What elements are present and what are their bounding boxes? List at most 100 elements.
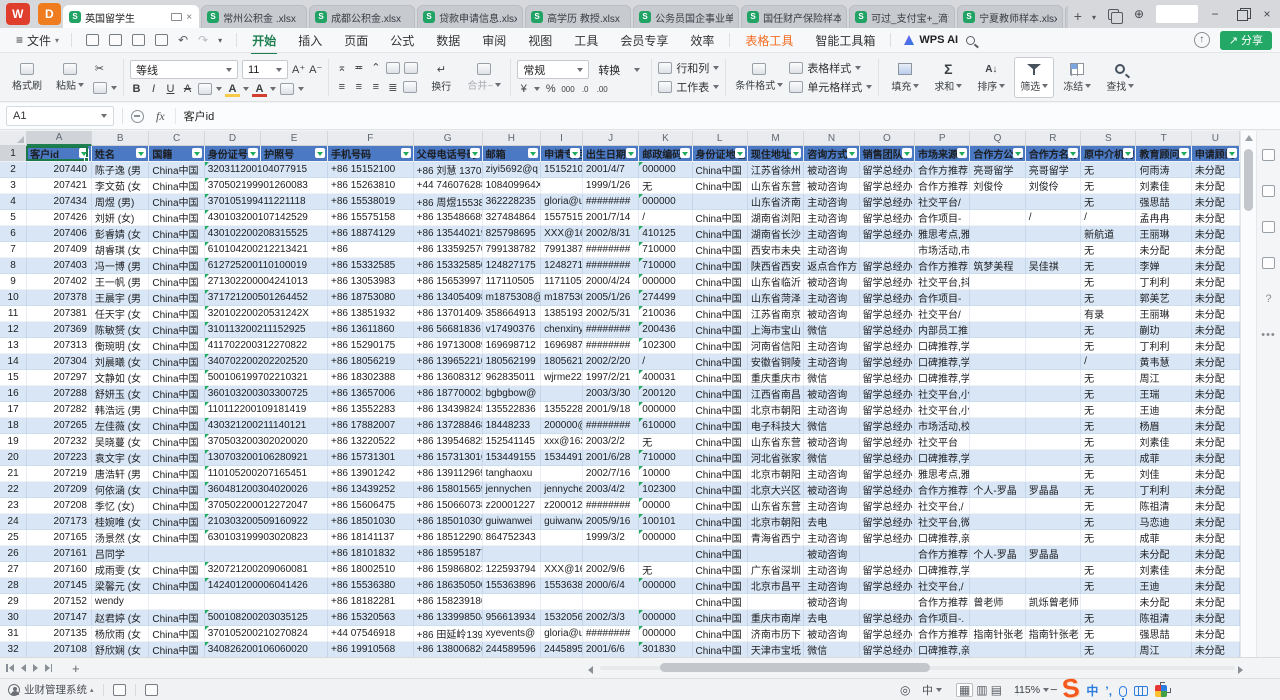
cell[interactable]: +86 17882007: [328, 418, 414, 434]
cell[interactable]: 207369: [27, 322, 92, 338]
cell[interactable]: +86 15263810: [328, 178, 414, 194]
cell[interactable]: 358664913: [483, 306, 542, 322]
cell[interactable]: chenxinyur: [541, 322, 583, 338]
cell[interactable]: 留学总经办: [860, 194, 915, 210]
cell[interactable]: 370502199901260083: [205, 178, 328, 194]
cell[interactable]: China中国: [149, 274, 204, 290]
cell[interactable]: China中国: [149, 562, 204, 578]
cell[interactable]: 被动咨询: [804, 162, 859, 178]
cell[interactable]: 刘佳: [1136, 466, 1191, 482]
cell[interactable]: [583, 594, 639, 610]
cell[interactable]: +86 1372884680: [414, 418, 483, 434]
cell[interactable]: 留学总经办: [860, 306, 915, 322]
cell[interactable]: China中国: [149, 610, 204, 626]
cell[interactable]: 留学总经办: [860, 562, 915, 578]
cell[interactable]: China中国: [693, 370, 748, 386]
cell[interactable]: [970, 322, 1025, 338]
cell[interactable]: 凯烁曾老师: [1026, 594, 1081, 610]
underline-button[interactable]: U: [164, 83, 177, 95]
cell[interactable]: ziyi5692@q: [483, 162, 542, 178]
cell[interactable]: [970, 194, 1025, 210]
cell[interactable]: [970, 418, 1025, 434]
search-icon[interactable]: [966, 36, 975, 45]
cell[interactable]: 返点合作方: [804, 258, 859, 274]
cell[interactable]: 155363896: [483, 578, 542, 594]
filter-dropdown-icon[interactable]: [1013, 148, 1023, 158]
cell[interactable]: 370105199411221118: [205, 194, 328, 210]
align-left-icon[interactable]: ≡: [335, 81, 348, 93]
increase-decimal-icon[interactable]: .0: [579, 85, 592, 94]
cell[interactable]: 610000: [639, 418, 692, 434]
cell[interactable]: 274499: [639, 290, 692, 306]
cell[interactable]: [970, 610, 1025, 626]
cell[interactable]: +86 1851229020: [414, 530, 483, 546]
cell[interactable]: 合作项目-.: [915, 610, 970, 626]
cell[interactable]: 无: [1081, 450, 1136, 466]
cell[interactable]: 主动咨询: [804, 242, 859, 258]
cell[interactable]: [1026, 194, 1081, 210]
cell[interactable]: 207297: [27, 370, 92, 386]
cell[interactable]: 799138782: [483, 242, 542, 258]
cell[interactable]: 153449155: [541, 450, 583, 466]
cell[interactable]: 无: [1081, 498, 1136, 514]
collapse-icon[interactable]: ▴: [90, 686, 94, 694]
menu-tab-效率[interactable]: 效率: [679, 30, 725, 51]
cell[interactable]: 138519326: [541, 306, 583, 322]
cell[interactable]: 未分配: [1192, 482, 1240, 498]
cell[interactable]: 142401200006041426: [205, 578, 328, 594]
cell[interactable]: wjrme221@: [541, 370, 583, 386]
cell[interactable]: +86 周煜155380: [414, 194, 483, 210]
cell[interactable]: /: [1026, 210, 1081, 226]
cell[interactable]: China中国: [149, 482, 204, 498]
cell[interactable]: +86 13611860: [328, 322, 414, 338]
cell[interactable]: 未分配: [1192, 434, 1240, 450]
cell[interactable]: 未分配: [1192, 354, 1240, 370]
cell[interactable]: China中国: [149, 354, 204, 370]
indent-increase-icon[interactable]: [404, 62, 418, 74]
system-name[interactable]: 业财管理系统: [24, 682, 87, 697]
file-tab[interactable]: S高学历 教授.xlsx: [525, 5, 631, 28]
table-header-cell[interactable]: 市场来源: [915, 146, 970, 162]
cell[interactable]: 雅思考点,雅: [915, 226, 970, 242]
cell[interactable]: 2001/6/28: [583, 450, 639, 466]
cell[interactable]: China中国: [693, 530, 748, 546]
cell[interactable]: +86 1339985047: [414, 610, 483, 626]
cell[interactable]: 主动咨询: [804, 466, 859, 482]
cell[interactable]: 2005/1/26: [583, 290, 639, 306]
cell[interactable]: 无: [639, 178, 692, 194]
cell[interactable]: 合作方推荐: [915, 482, 970, 498]
cell[interactable]: [149, 594, 204, 610]
cell[interactable]: [1026, 562, 1081, 578]
cell[interactable]: 2001/7/14: [583, 210, 639, 226]
cell[interactable]: 155363896: [541, 578, 583, 594]
cell[interactable]: [1081, 546, 1136, 562]
cell[interactable]: 江苏省南京: [748, 306, 804, 322]
cell[interactable]: 956613934: [483, 610, 542, 626]
table-header-cell[interactable]: 身份证地址: [693, 146, 748, 162]
cell[interactable]: 王迪: [1136, 578, 1191, 594]
cell[interactable]: 主动咨询: [804, 578, 859, 594]
row-number[interactable]: 20: [0, 450, 27, 466]
cell[interactable]: China中国: [693, 498, 748, 514]
cell[interactable]: 市场活动,校: [915, 418, 970, 434]
cell[interactable]: 王丽琳: [1136, 226, 1191, 242]
cell[interactable]: China中国: [693, 434, 748, 450]
cell[interactable]: 360103200303300725: [205, 386, 328, 402]
cell[interactable]: 710000: [639, 450, 692, 466]
cell[interactable]: 主动咨询: [804, 210, 859, 226]
microphone-icon[interactable]: [1119, 686, 1127, 697]
column-header-A[interactable]: A: [27, 131, 92, 146]
cell[interactable]: 未分配: [1192, 562, 1240, 578]
cell[interactable]: 周煜 (男): [92, 194, 149, 210]
cell[interactable]: +86 15731301: [328, 450, 414, 466]
cell[interactable]: 成菲: [1136, 450, 1191, 466]
cell[interactable]: 180562199: [483, 354, 542, 370]
increase-font-icon[interactable]: A⁺: [292, 63, 305, 76]
align-bottom-icon[interactable]: ⌃: [369, 61, 382, 74]
cell[interactable]: 韩浩远 (男: [92, 402, 149, 418]
history-chevron-icon[interactable]: ▾: [218, 36, 222, 45]
share-button[interactable]: ↗分享: [1220, 31, 1272, 50]
cell[interactable]: 无: [1081, 194, 1136, 210]
cell[interactable]: China中国: [693, 226, 748, 242]
cell[interactable]: 未分配: [1192, 530, 1240, 546]
